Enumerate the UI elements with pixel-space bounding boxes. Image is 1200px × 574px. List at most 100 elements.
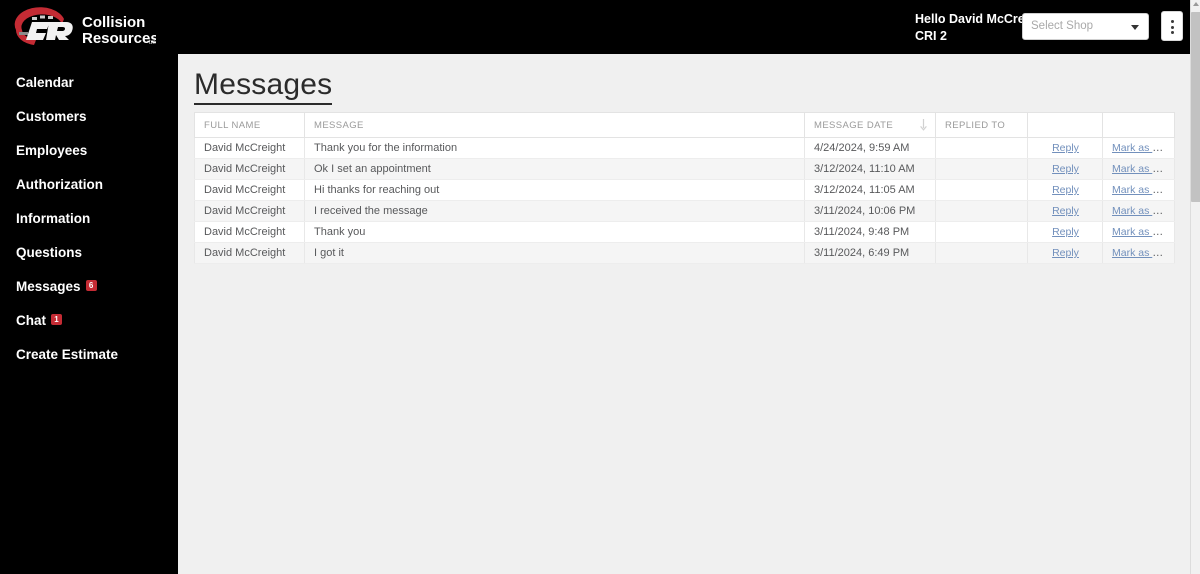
cell-mark-read-action: Mark as Read xyxy=(1102,221,1175,243)
cell-reply-action: Reply xyxy=(1027,158,1103,180)
sidebar-item-chat[interactable]: Chat 1 xyxy=(0,306,178,333)
mark-as-read-link[interactable]: Mark as Read xyxy=(1112,205,1174,217)
table-row[interactable]: David McCreight Ok I set an appointment … xyxy=(194,158,1175,180)
sidebar-item-employees[interactable]: Employees xyxy=(0,136,178,163)
sidebar-item-customers[interactable]: Customers xyxy=(0,102,178,129)
reply-link[interactable]: Reply xyxy=(1052,163,1079,175)
page-title: Messages xyxy=(194,68,333,105)
cell-full-name: David McCreight xyxy=(194,242,305,264)
sidebar-item-authorization[interactable]: Authorization xyxy=(0,170,178,197)
cell-replied-to xyxy=(935,221,1028,243)
cell-full-name: David McCreight xyxy=(194,221,305,243)
cell-message: Thank you xyxy=(304,221,805,243)
page-scrollbar[interactable] xyxy=(1190,0,1200,574)
column-header-message-date[interactable]: MESSAGE DATE xyxy=(804,112,936,138)
table-row[interactable]: David McCreight Thank you for the inform… xyxy=(194,137,1175,159)
table-row[interactable]: David McCreight Hi thanks for reaching o… xyxy=(194,179,1175,201)
cell-message: Thank you for the information xyxy=(304,137,805,159)
top-bar: Hello David McCreight CRI 2 Select Shop xyxy=(178,0,1200,54)
svg-text:tm: tm xyxy=(149,40,156,46)
cell-message-date: 3/12/2024, 11:10 AM xyxy=(804,158,936,180)
sidebar-item-label: Create Estimate xyxy=(16,346,119,362)
sidebar-item-label: Chat xyxy=(16,312,46,328)
reply-link[interactable]: Reply xyxy=(1052,205,1079,217)
cell-reply-action: Reply xyxy=(1027,179,1103,201)
sidebar-item-label: Calendar xyxy=(16,74,74,90)
collision-resources-logo-icon: Collision Resources tm xyxy=(14,7,156,47)
table-header-row: FULL NAME MESSAGE MESSAGE DATE REPLIED T… xyxy=(194,112,1175,138)
sidebar-item-calendar[interactable]: Calendar xyxy=(0,68,178,95)
shop-select-dropdown[interactable]: Select Shop xyxy=(1022,13,1149,40)
cell-replied-to xyxy=(935,242,1028,264)
table-row[interactable]: David McCreight Thank you 3/11/2024, 9:4… xyxy=(194,221,1175,243)
sort-descending-icon xyxy=(920,119,927,131)
messages-table: FULL NAME MESSAGE MESSAGE DATE REPLIED T… xyxy=(194,112,1175,264)
more-options-button[interactable] xyxy=(1161,11,1183,41)
cell-message-date: 3/11/2024, 9:48 PM xyxy=(804,221,936,243)
brand-logo[interactable]: Collision Resources tm xyxy=(0,0,178,54)
cell-replied-to xyxy=(935,158,1028,180)
mark-as-read-link[interactable]: Mark as Read xyxy=(1112,184,1174,196)
sidebar-item-label: Employees xyxy=(16,142,88,158)
table-row[interactable]: David McCreight I got it 3/11/2024, 6:49… xyxy=(194,242,1175,264)
cell-message-date: 4/24/2024, 9:59 AM xyxy=(804,137,936,159)
cell-reply-action: Reply xyxy=(1027,221,1103,243)
cell-mark-read-action: Mark as Read xyxy=(1102,137,1175,159)
mark-as-read-link[interactable]: Mark as Read xyxy=(1112,226,1174,238)
column-header-message-date-label: MESSAGE DATE xyxy=(814,120,894,131)
chat-unread-badge: 1 xyxy=(51,313,62,325)
kebab-menu-icon xyxy=(1170,25,1174,29)
cell-full-name: David McCreight xyxy=(194,158,305,180)
cell-reply-action: Reply xyxy=(1027,137,1103,159)
cell-mark-read-action: Mark as Read xyxy=(1102,200,1175,222)
main-content: Messages FULL NAME MESSAGE MESSAGE DATE … xyxy=(178,54,1190,574)
reply-link[interactable]: Reply xyxy=(1052,226,1079,238)
cell-message-date: 3/11/2024, 6:49 PM xyxy=(804,242,936,264)
column-header-reply-actions xyxy=(1027,112,1103,138)
mark-as-read-link[interactable]: Mark as Read xyxy=(1112,163,1174,175)
cell-reply-action: Reply xyxy=(1027,242,1103,264)
cell-message: I received the message xyxy=(304,200,805,222)
table-body: David McCreight Thank you for the inform… xyxy=(194,137,1175,264)
sidebar-item-messages[interactable]: Messages 6 xyxy=(0,272,178,299)
cell-mark-read-action: Mark as Read xyxy=(1102,158,1175,180)
cell-mark-read-action: Mark as Read xyxy=(1102,242,1175,264)
column-header-read-actions xyxy=(1102,112,1175,138)
cell-replied-to xyxy=(935,179,1028,201)
cell-full-name: David McCreight xyxy=(194,179,305,201)
shop-select-placeholder: Select Shop xyxy=(1031,20,1094,32)
cell-full-name: David McCreight xyxy=(194,200,305,222)
column-header-message[interactable]: MESSAGE xyxy=(304,112,805,138)
sidebar-nav: Calendar Customers Employees Authorizati… xyxy=(0,68,178,367)
reply-link[interactable]: Reply xyxy=(1052,142,1079,154)
table-row[interactable]: David McCreight I received the message 3… xyxy=(194,200,1175,222)
sidebar-item-label: Messages xyxy=(16,278,81,294)
mark-as-read-link[interactable]: Mark as Read xyxy=(1112,247,1174,259)
scrollbar-thumb[interactable] xyxy=(1191,12,1200,202)
cell-replied-to xyxy=(935,200,1028,222)
messages-table-container: FULL NAME MESSAGE MESSAGE DATE REPLIED T… xyxy=(194,112,1175,264)
reply-link[interactable]: Reply xyxy=(1052,184,1079,196)
reply-link[interactable]: Reply xyxy=(1052,247,1079,259)
column-header-replied-to[interactable]: REPLIED TO xyxy=(935,112,1028,138)
sidebar-item-create-estimate[interactable]: Create Estimate xyxy=(0,340,178,367)
table-header: FULL NAME MESSAGE MESSAGE DATE REPLIED T… xyxy=(194,112,1175,138)
cell-mark-read-action: Mark as Read xyxy=(1102,179,1175,201)
kebab-menu-icon xyxy=(1170,31,1174,34)
sidebar-item-information[interactable]: Information xyxy=(0,204,178,231)
sidebar-item-label: Authorization xyxy=(16,176,103,192)
scroll-up-arrow-icon[interactable] xyxy=(1193,2,1199,6)
sidebar-item-label: Information xyxy=(16,210,91,226)
cell-message: I got it xyxy=(304,242,805,264)
messages-unread-badge: 6 xyxy=(85,279,97,291)
sidebar: Collision Resources tm Calendar Customer… xyxy=(0,0,178,574)
cell-message-date: 3/12/2024, 11:05 AM xyxy=(804,179,936,201)
column-header-full-name[interactable]: FULL NAME xyxy=(194,112,305,138)
sidebar-item-questions[interactable]: Questions xyxy=(0,238,178,265)
kebab-menu-icon xyxy=(1170,20,1174,23)
cell-message: Hi thanks for reaching out xyxy=(304,179,805,201)
sidebar-item-label: Customers xyxy=(16,108,87,124)
mark-as-read-link[interactable]: Mark as Read xyxy=(1112,142,1174,154)
svg-text:Collision: Collision xyxy=(82,14,145,31)
chevron-down-icon xyxy=(1131,25,1139,30)
